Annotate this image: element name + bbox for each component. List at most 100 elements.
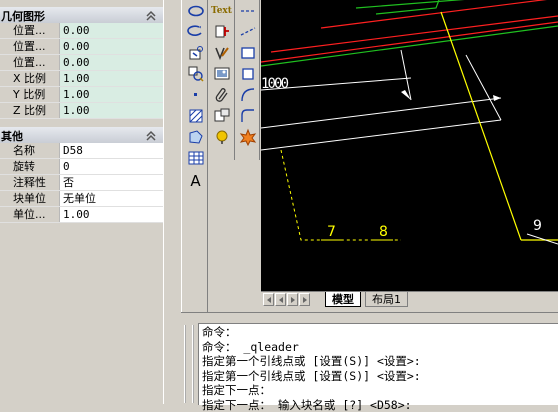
text-style-icon	[213, 23, 231, 41]
rectangle-tool-button[interactable]	[237, 42, 258, 63]
property-row[interactable]: 块单位无单位	[0, 191, 163, 207]
command-line: 指定下一点： 输入块名或 [?] <D58>:	[202, 398, 555, 412]
command-line: 指定第一个引线点或 [设置(S)] <设置>:	[202, 369, 555, 384]
property-value[interactable]: 0.00	[59, 55, 163, 70]
table-tool-button[interactable]	[185, 147, 206, 168]
command-history[interactable]: 命令： 命令： _qleader 指定第一个引线点或 [设置(S)] <设置>:…	[198, 323, 558, 405]
property-value[interactable]: 1.00	[59, 71, 163, 86]
collapse-chevron-icon[interactable]	[145, 10, 157, 22]
property-label: Y 比例	[0, 87, 59, 102]
dimension-toolbar	[235, 0, 260, 160]
ellipse-arc-icon	[187, 23, 205, 41]
property-value[interactable]: 0.00	[59, 23, 163, 38]
multiline-text-button[interactable]: A	[185, 170, 206, 191]
property-row[interactable]: 位置...0.00	[0, 55, 163, 71]
property-row[interactable]: 旋转0	[0, 159, 163, 175]
hatch-text: 1000	[261, 76, 289, 92]
aligned-dim-icon	[239, 23, 257, 41]
geometry-section-header[interactable]: 几何图形	[0, 7, 163, 24]
drawing-canvas[interactable]: 1000 7 8 9	[261, 0, 558, 291]
property-row[interactable]: 名称D58	[0, 143, 163, 159]
ole-object-button[interactable]	[211, 105, 232, 126]
arc-icon	[239, 86, 257, 104]
polygon-icon	[239, 65, 257, 83]
command-window-grip[interactable]	[184, 325, 194, 403]
collapse-chevron-icon[interactable]	[145, 130, 157, 142]
tab-model[interactable]: 模型	[325, 292, 361, 307]
ellipse-tool-button[interactable]	[185, 0, 206, 21]
attach-tool-button[interactable]	[211, 84, 232, 105]
property-label: 位置...	[0, 39, 59, 54]
property-label: 名称	[0, 143, 59, 158]
property-row[interactable]: Z 比例1.00	[0, 103, 163, 119]
cad-drawing: 1000 7 8 9	[261, 0, 558, 291]
make-block-button[interactable]	[185, 63, 206, 84]
fillet-tool-button[interactable]	[237, 105, 258, 126]
misc-section-title: 其他	[1, 128, 23, 144]
region-tool-button[interactable]	[185, 126, 206, 147]
last-tab-button[interactable]	[299, 293, 310, 306]
property-label: X 比例	[0, 71, 59, 86]
explode-icon	[239, 128, 257, 146]
property-row[interactable]: 位置...0.00	[0, 23, 163, 39]
text-glyph: Text	[211, 6, 232, 16]
hatch-icon	[187, 107, 205, 125]
image-icon	[213, 65, 231, 83]
linear-dim-icon	[239, 2, 257, 20]
arc-tool-button[interactable]	[237, 84, 258, 105]
property-label: 块单位	[0, 191, 59, 206]
text-style-button[interactable]	[211, 21, 232, 42]
image-tool-button[interactable]	[211, 63, 232, 84]
property-value[interactable]: 1.00	[59, 103, 163, 118]
polygon-tool-button[interactable]	[237, 63, 258, 84]
property-value[interactable]: 1.00	[59, 207, 163, 222]
hyperlink-icon	[213, 128, 231, 146]
property-value[interactable]: 0	[59, 159, 163, 174]
property-label: 位置...	[0, 23, 59, 38]
ole-object-icon	[213, 107, 231, 125]
first-tab-button[interactable]	[263, 293, 274, 306]
fillet-icon	[239, 107, 257, 125]
property-label: 单位...	[0, 207, 59, 222]
layout-tab-bar: 模型 布局1	[261, 291, 558, 307]
command-line: 指定第一个引线点或 [设置(S)] <设置>:	[202, 354, 555, 369]
property-label: 注释性	[0, 175, 59, 190]
property-value[interactable]: D58	[59, 143, 163, 158]
tab-layout1[interactable]: 布局1	[365, 292, 408, 307]
palette-side-strip[interactable]	[163, 0, 180, 404]
property-value[interactable]: 无单位	[59, 191, 163, 206]
property-row[interactable]: 单位...1.00	[0, 207, 163, 223]
aligned-dim-button[interactable]	[237, 21, 258, 42]
text-tool-button[interactable]: Text	[211, 0, 232, 21]
prev-tab-button[interactable]	[275, 293, 286, 306]
property-row[interactable]: 位置...0.00	[0, 39, 163, 55]
property-label: 位置...	[0, 55, 59, 70]
paperclip-icon	[213, 86, 231, 104]
property-row[interactable]: X 比例1.00	[0, 71, 163, 87]
table-icon	[187, 149, 205, 167]
property-row[interactable]: 注释性否	[0, 175, 163, 191]
property-value[interactable]: 0.00	[59, 39, 163, 54]
point-icon	[187, 86, 205, 104]
hyperlink-button[interactable]	[211, 126, 232, 147]
explode-tool-button[interactable]	[237, 126, 258, 147]
command-line: 命令： _qleader	[202, 340, 555, 355]
ellipse-arc-tool-button[interactable]	[185, 21, 206, 42]
insert-block-button[interactable]	[185, 42, 206, 63]
property-label: Z 比例	[0, 103, 59, 118]
leader-label-7: 7	[327, 224, 336, 240]
property-value[interactable]: 否	[59, 175, 163, 190]
edit-text-button[interactable]	[211, 42, 232, 63]
make-block-icon	[187, 65, 205, 83]
properties-palette: 几何图形 位置...0.00 位置...0.00 位置...0.00 X 比例1…	[0, 0, 180, 404]
next-tab-button[interactable]	[287, 293, 298, 306]
insert-block-icon	[187, 44, 205, 62]
misc-section-header[interactable]: 其他	[0, 127, 163, 144]
linear-dim-button[interactable]	[237, 0, 258, 21]
property-value[interactable]: 1.00	[59, 87, 163, 102]
point-tool-button[interactable]	[185, 84, 206, 105]
hatch-tool-button[interactable]	[185, 105, 206, 126]
command-line: 指定下一点：	[202, 383, 555, 398]
property-row[interactable]: Y 比例1.00	[0, 87, 163, 103]
property-label: 旋转	[0, 159, 59, 174]
